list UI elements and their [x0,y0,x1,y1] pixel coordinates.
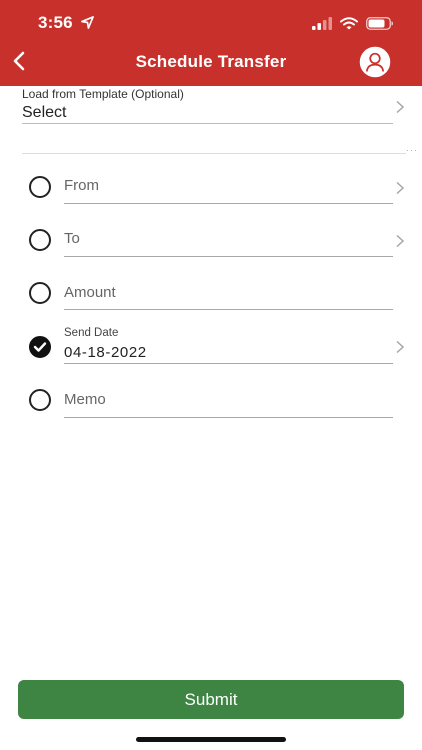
checkmark-icon [33,342,47,352]
amount-field[interactable]: Amount [0,268,422,316]
memo-underline [64,417,393,418]
chevron-right-icon [396,340,405,354]
signal-icon [312,16,332,30]
divider [22,153,406,154]
from-label: From [64,177,99,194]
battery-icon [366,16,393,30]
amount-radio[interactable] [29,282,51,304]
app-header: 3:56 Schedule Transfer [0,0,422,86]
user-circle-icon [359,46,391,78]
memo-field[interactable]: Memo [0,375,422,423]
amount-label: Amount [64,284,116,301]
send-date-underline [64,363,393,364]
memo-label: Memo [64,391,106,408]
send-date-radio[interactable] [29,336,51,358]
amount-underline [64,309,393,310]
wifi-icon [340,16,358,29]
location-arrow-icon [80,16,94,29]
from-radio[interactable] [29,176,51,198]
chevron-right-icon [396,100,405,114]
to-label: To [64,230,80,247]
chevron-right-icon [396,181,405,195]
template-label: Load from Template (Optional) [22,87,184,101]
memo-radio[interactable] [29,389,51,411]
status-time-text: 3:56 [38,13,73,32]
from-underline [64,203,393,204]
status-time: 3:56 [38,13,94,33]
to-underline [64,256,393,257]
to-radio[interactable] [29,229,51,251]
send-date-value[interactable]: 04-18-2022 [64,344,147,361]
template-underline [22,123,393,124]
divider-dots: ··· [406,145,418,155]
home-indicator [136,737,286,742]
chevron-right-icon [396,234,405,248]
template-value[interactable]: Select [22,104,66,122]
submit-button[interactable]: Submit [18,680,404,719]
to-field[interactable]: To [0,215,422,263]
status-icons [312,13,394,33]
send-date-field[interactable]: Send Date 04-18-2022 [0,321,422,369]
send-date-label: Send Date [64,327,119,339]
from-field[interactable]: From [0,162,422,210]
profile-button[interactable] [359,46,391,78]
